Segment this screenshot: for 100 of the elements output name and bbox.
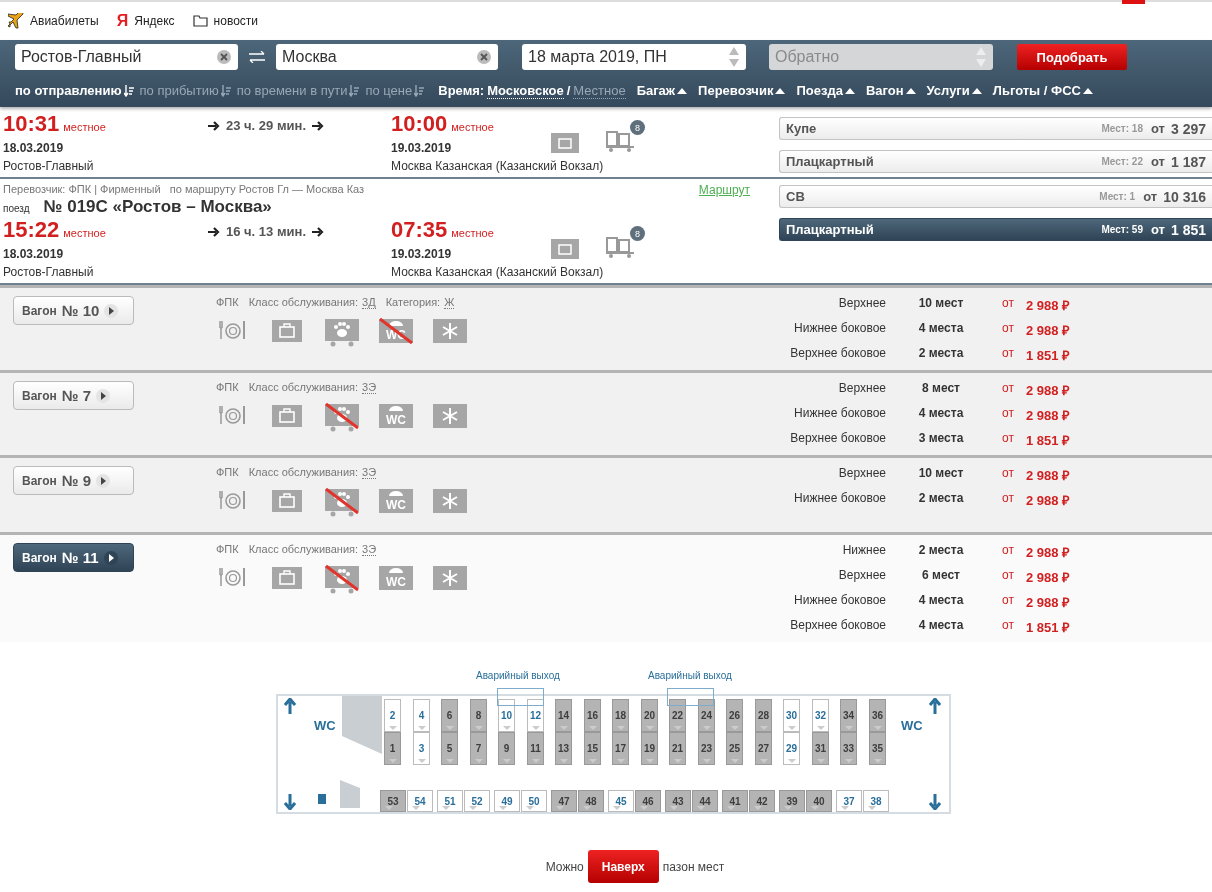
seat[interactable]: 51: [437, 790, 464, 812]
bookmark-link[interactable]: Яндекс: [134, 14, 175, 28]
seat[interactable]: 50: [521, 790, 548, 812]
seat[interactable]: 29: [783, 732, 801, 765]
duration-text: 23 ч. 29 мин.: [226, 118, 306, 133]
from-field[interactable]: Ростов-Главный: [15, 44, 238, 70]
seat[interactable]: 30: [783, 699, 801, 732]
seat: 26: [726, 699, 744, 732]
seat-count: 10 мест: [917, 296, 965, 312]
scroll-top-button[interactable]: Наверх: [587, 850, 659, 883]
wagon-button[interactable]: Вагон № 9: [13, 466, 134, 495]
seat: 48: [578, 790, 605, 812]
from-label: от: [1001, 568, 1015, 584]
hint-text: пазон мест: [662, 860, 725, 876]
date-field[interactable]: 18 марта 2019, ПН: [522, 44, 746, 70]
seat: 20: [641, 699, 659, 732]
seat[interactable]: 37: [836, 790, 863, 812]
seat[interactable]: 54: [407, 790, 434, 812]
seat: 53: [380, 790, 407, 812]
arrow-icon: [312, 226, 324, 237]
sort-option[interactable]: по цене: [365, 83, 425, 98]
filter-dropdown[interactable]: Льготы / ФСС: [992, 83, 1093, 98]
seat: 35: [869, 732, 887, 765]
seat-type: Верхнее: [837, 568, 887, 584]
departure-time: 15:22: [3, 217, 60, 243]
seat-type: Нижнее боковое: [793, 593, 887, 609]
seat[interactable]: 32: [812, 699, 830, 732]
price-text: 2 988 ₽: [1026, 382, 1072, 399]
seat: 17: [612, 732, 630, 765]
seat[interactable]: 12: [527, 699, 545, 732]
seat-type: Верхнее: [837, 296, 887, 312]
train-name: № 019С «Ростов – Москва»: [43, 197, 272, 217]
briefcase-icon: [551, 130, 579, 153]
filter-dropdown[interactable]: Поезда: [796, 83, 855, 98]
class-option[interactable]: Плацкартный Мест: 22 от 1 187: [779, 150, 1212, 173]
seat: 23: [698, 732, 716, 765]
seat: 22: [669, 699, 687, 732]
to-field[interactable]: Москва: [276, 44, 498, 70]
clear-icon[interactable]: [216, 49, 232, 65]
departure-time: 10:31: [3, 111, 60, 137]
sort-icon: [220, 84, 231, 97]
swap-icon[interactable]: [248, 51, 266, 63]
price-text: 2 988 ₽: [1026, 569, 1072, 586]
wagon-button[interactable]: Вагон № 7: [13, 381, 134, 410]
briefcase-icon: [551, 236, 579, 259]
seat[interactable]: 4: [413, 699, 431, 732]
seat: 8: [470, 699, 488, 732]
seat: 13: [555, 732, 573, 765]
seat[interactable]: 3: [413, 732, 431, 765]
seat: 47: [551, 790, 578, 812]
from-label: от: [1001, 381, 1015, 397]
departure-date: 18.03.2019: [3, 141, 65, 155]
filter-dropdown[interactable]: Услуги: [926, 83, 982, 98]
seat: 25: [726, 732, 744, 765]
sort-option[interactable]: по отправлению: [15, 83, 134, 98]
seat: 5: [441, 732, 459, 765]
seat: 46: [635, 790, 662, 812]
carrier-text: ФПК: [216, 466, 239, 479]
seat[interactable]: 52: [464, 790, 491, 812]
wagon-button[interactable]: Вагон № 10: [13, 296, 134, 325]
from-label: от: [1001, 346, 1015, 362]
wagon-button[interactable]: Вагон № 11: [13, 543, 134, 572]
search-button[interactable]: Подобрать: [1017, 44, 1127, 70]
seat-count: 2 места: [917, 543, 965, 559]
filter-dropdown[interactable]: Багаж: [636, 83, 688, 98]
service-label: Класс обслуживания:: [248, 466, 359, 479]
seat: 1: [384, 732, 402, 765]
seat[interactable]: 10: [498, 699, 516, 732]
clear-icon[interactable]: [476, 49, 492, 65]
seat: 33: [840, 732, 858, 765]
station-text: Ростов-Главный: [3, 265, 95, 279]
class-option[interactable]: Плацкартный Мест: 59 от 1 851: [779, 218, 1212, 241]
seat[interactable]: 38: [863, 790, 890, 812]
from-label: от: [1001, 543, 1015, 559]
service-class: 3Э: [362, 381, 377, 394]
service-class: 3Д: [362, 296, 376, 309]
seat[interactable]: 45: [608, 790, 635, 812]
filter-dropdown[interactable]: Перевозчик: [698, 83, 786, 98]
time-option[interactable]: Местное: [573, 82, 626, 99]
timezone-label: местное: [63, 121, 106, 133]
seat-type: Верхнее боковое: [789, 431, 887, 447]
bookmark-link[interactable]: новости: [213, 14, 258, 28]
sort-option[interactable]: по прибытию: [139, 83, 231, 98]
filter-dropdown[interactable]: Вагон: [865, 83, 916, 98]
class-option[interactable]: Купе Мест: 18 от 3 297: [779, 117, 1212, 140]
seat[interactable]: 49: [494, 790, 521, 812]
from-label: от: [1001, 491, 1015, 507]
seat[interactable]: 2: [384, 699, 402, 732]
sort-option[interactable]: по времени в пути: [236, 83, 360, 98]
sort-icon: [349, 84, 360, 97]
seat-type: Верхнее боковое: [789, 618, 887, 634]
time-option[interactable]: Московское: [487, 82, 564, 99]
count-badge: 8: [630, 226, 645, 241]
price-text: 2 988 ₽: [1026, 407, 1072, 424]
seat-count: 2 места: [917, 491, 965, 507]
caret-icon: [844, 87, 855, 94]
price-text: 2 988 ₽: [1026, 492, 1072, 509]
class-option[interactable]: СВ Мест: 1 от 10 316: [779, 185, 1212, 208]
bookmark-link[interactable]: Авиабилеты: [30, 14, 99, 28]
play-icon: [103, 550, 118, 565]
